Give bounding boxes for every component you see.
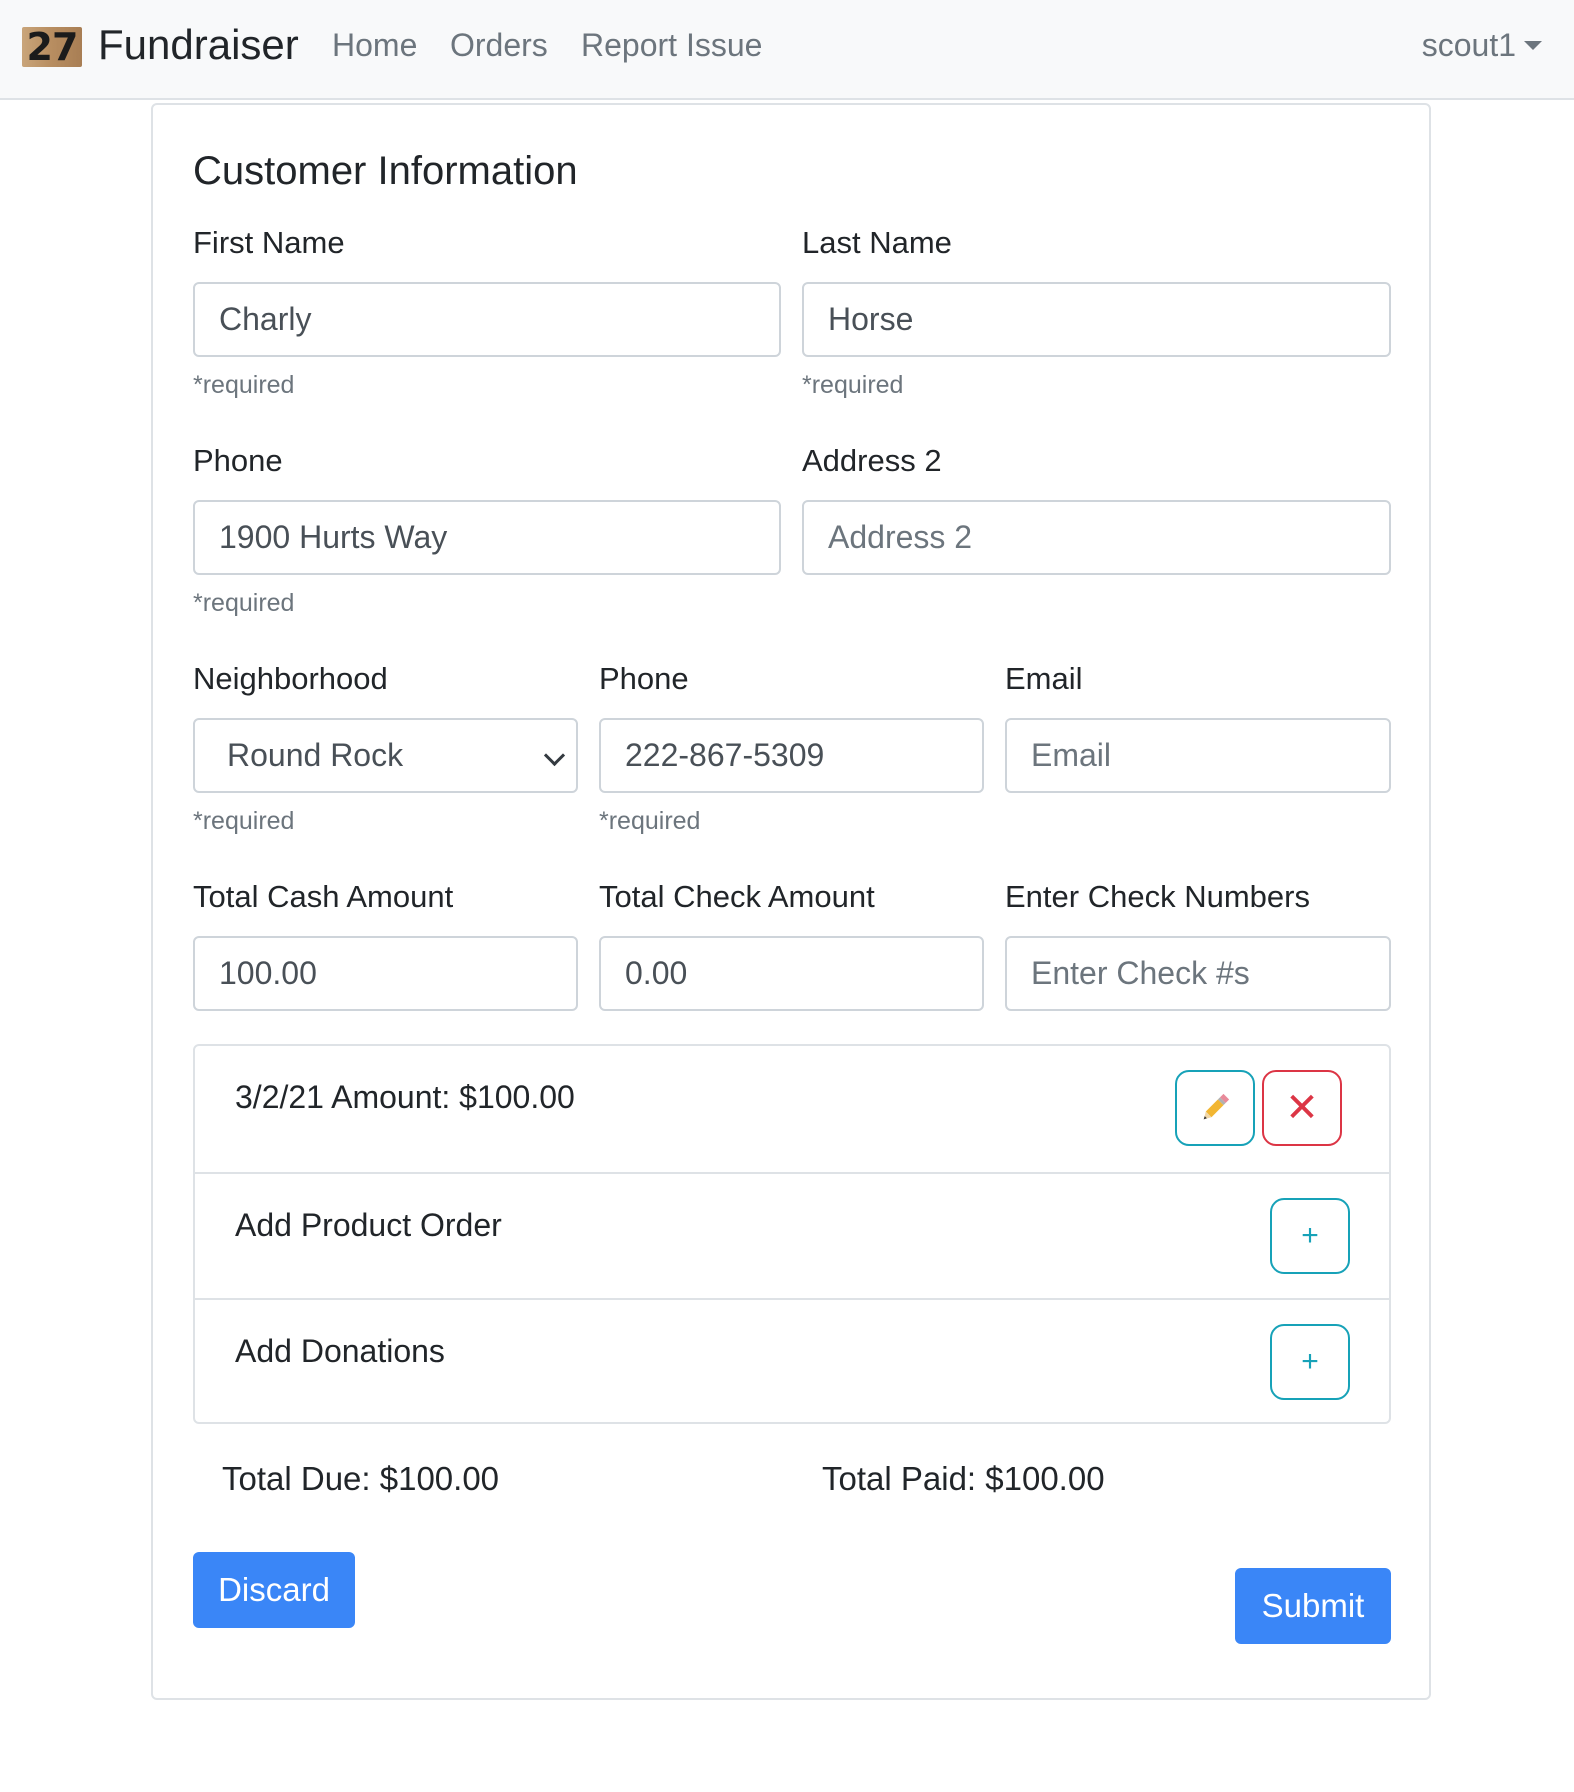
neighborhood-selected-value: Round Rock: [227, 737, 404, 773]
delete-order-button[interactable]: ✕: [1262, 1070, 1342, 1146]
user-menu-dropdown[interactable]: scout1: [1422, 22, 1542, 68]
phone-input[interactable]: 222-867-5309: [599, 718, 984, 793]
order-summary-text: 3/2/21 Amount: $100.00: [235, 1079, 575, 1115]
brand-logo[interactable]: 27: [22, 27, 82, 67]
first-name-input[interactable]: Charly: [193, 282, 781, 357]
top-navbar: 27 Fundraiser Home Orders Report Issue s…: [0, 0, 1574, 100]
neighborhood-select[interactable]: Round Rock: [193, 718, 578, 793]
nav-link-orders[interactable]: Orders: [450, 22, 548, 68]
add-product-order-text: Add Product Order: [235, 1207, 502, 1243]
edit-order-button[interactable]: [1175, 1070, 1255, 1146]
address2-input[interactable]: Address 2: [802, 500, 1391, 575]
add-donations-text: Add Donations: [235, 1333, 445, 1369]
phone-label: Phone: [599, 661, 689, 696]
address1-input[interactable]: 1900 Hurts Way: [193, 500, 781, 575]
customer-form-card: Customer Information First Name Charly *…: [151, 103, 1431, 1700]
close-icon: ✕: [1285, 1086, 1319, 1130]
form-title: Customer Information: [193, 149, 578, 193]
submit-button[interactable]: Submit: [1235, 1568, 1391, 1644]
user-name: scout1: [1421, 27, 1516, 63]
list-item: Add Donations +: [195, 1298, 1389, 1424]
first-name-label: First Name: [193, 225, 345, 260]
email-label: Email: [1005, 661, 1083, 696]
cash-amount-input[interactable]: 100.00: [193, 936, 578, 1011]
plus-icon: +: [1301, 1219, 1319, 1252]
address1-help: *required: [193, 589, 295, 617]
last-name-label: Last Name: [802, 225, 952, 260]
orders-list: 3/2/21 Amount: $100.00 ✕ Add Product Ord…: [193, 1044, 1391, 1424]
list-item: 3/2/21 Amount: $100.00 ✕: [195, 1046, 1389, 1172]
pencil-icon: [1203, 1093, 1230, 1120]
chevron-down-icon: [543, 744, 566, 767]
caret-down-icon: [1524, 41, 1542, 50]
address1-label: Phone: [193, 443, 283, 478]
neighborhood-label: Neighborhood: [193, 661, 388, 696]
total-paid: Total Paid: $100.00: [822, 1460, 1105, 1497]
last-name-input[interactable]: Horse: [802, 282, 1391, 357]
neighborhood-help: *required: [193, 807, 295, 835]
total-due: Total Due: $100.00: [222, 1460, 500, 1497]
check-amount-input[interactable]: 0.00: [599, 936, 984, 1011]
last-name-help: *required: [802, 371, 904, 399]
list-item: Add Product Order +: [195, 1172, 1389, 1298]
address2-label: Address 2: [802, 443, 942, 478]
email-input[interactable]: Email: [1005, 718, 1391, 793]
first-name-help: *required: [193, 371, 295, 399]
add-donations-button[interactable]: +: [1270, 1324, 1350, 1400]
check-amount-label: Total Check Amount: [599, 879, 875, 914]
check-numbers-input[interactable]: Enter Check #s: [1005, 936, 1391, 1011]
nav-link-report-issue[interactable]: Report Issue: [581, 22, 762, 68]
check-numbers-label: Enter Check Numbers: [1005, 879, 1310, 914]
cash-amount-label: Total Cash Amount: [193, 879, 454, 914]
brand-name[interactable]: Fundraiser: [98, 18, 299, 72]
plus-icon: +: [1301, 1345, 1319, 1378]
phone-help: *required: [599, 807, 701, 835]
discard-button[interactable]: Discard: [193, 1552, 355, 1628]
nav-link-home[interactable]: Home: [332, 22, 417, 68]
add-product-order-button[interactable]: +: [1270, 1198, 1350, 1274]
